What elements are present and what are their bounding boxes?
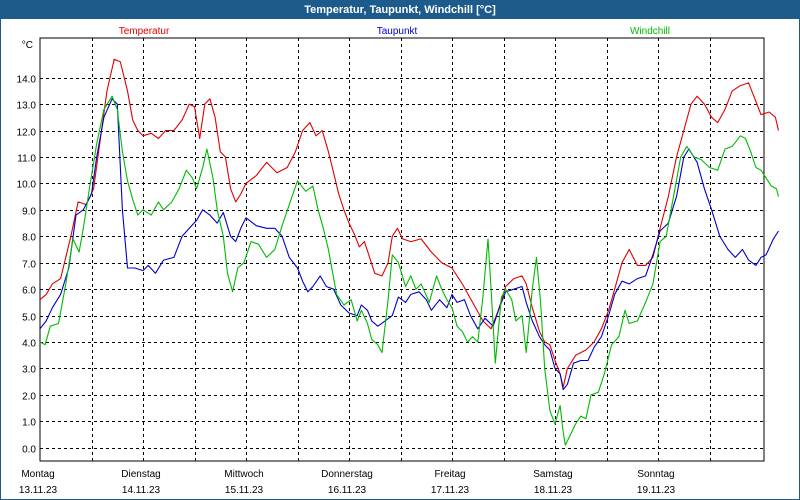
legend-entry-taupunkt: Taupunkt — [377, 26, 418, 37]
y-tick-label: 3.0 — [22, 365, 36, 376]
x-tick-day: Mittwoch — [224, 469, 263, 480]
y-tick-label: 8.0 — [22, 233, 36, 244]
y-tick-label: 9.0 — [22, 207, 36, 218]
y-tick-label: 1.0 — [22, 418, 36, 429]
x-tick-date: 15.11.23 — [225, 485, 264, 496]
x-tick-day: Freitag — [434, 469, 465, 480]
x-tick-date: 18.11.23 — [534, 485, 573, 496]
x-tick-date: 16.11.23 — [328, 485, 367, 496]
x-tick-day: Donnerstag — [321, 469, 373, 480]
x-tick-day: Montag — [21, 469, 54, 480]
x-tick-day: Sonntag — [637, 469, 674, 480]
x-tick-day: Samstag — [533, 469, 572, 480]
y-tick-label: 11.0 — [17, 154, 36, 165]
y-tick-label: 2.0 — [22, 392, 36, 403]
y-axis-label: °C — [22, 40, 33, 51]
legend-entry-temperatur: Temperatur — [119, 26, 170, 37]
y-tick-label: 13.0 — [17, 101, 37, 112]
y-tick-label: 12.0 — [17, 128, 37, 139]
x-tick-date: 14.11.23 — [122, 485, 161, 496]
y-tick-label: 6.0 — [22, 286, 36, 297]
y-tick-label: 0.0 — [22, 445, 36, 456]
legend-entry-windchill: Windchill — [630, 26, 670, 37]
x-tick-day: Dienstag — [121, 469, 160, 480]
y-tick-label: 5.0 — [22, 313, 36, 324]
line-chart: 0.0 1.0 2.0 3.0 4.0 5.0 6.0 7.0 8.0 9.0 10.0 11.0 12… — [17, 26, 780, 496]
x-tick-date: 17.11.23 — [431, 485, 470, 496]
y-tick-label: 4.0 — [22, 339, 36, 350]
y-tick-label: 7.0 — [22, 260, 36, 271]
y-tick-label: 14.0 — [17, 75, 37, 86]
x-tick-date: 13.11.23 — [19, 485, 58, 496]
y-tick-label: 10.0 — [17, 180, 37, 191]
x-tick-date: 19.11.23 — [637, 485, 676, 496]
